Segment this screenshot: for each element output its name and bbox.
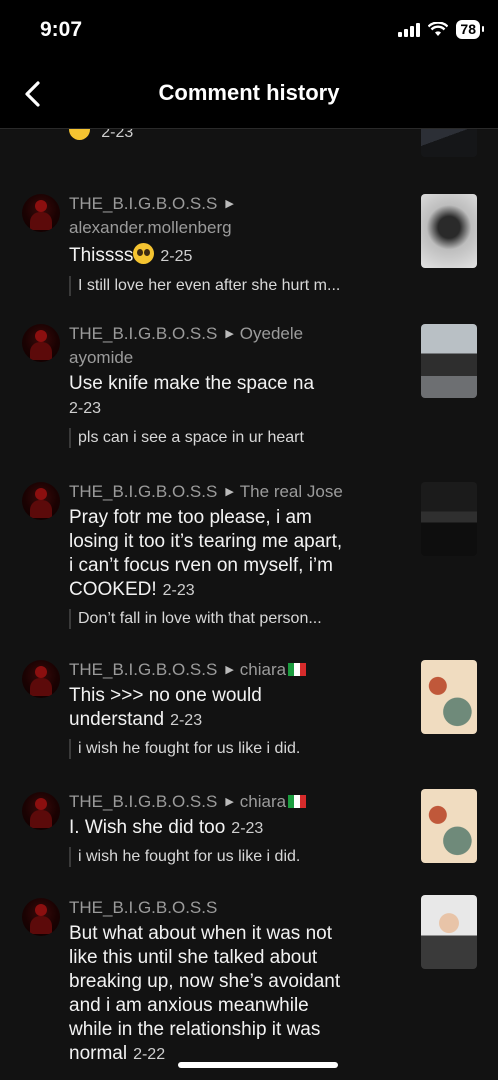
triangle-right-icon: ▶: [225, 796, 234, 808]
username[interactable]: THE_B.I.G.B.O.S.S: [69, 792, 217, 811]
nav-header: Comment history: [0, 60, 498, 129]
target-username[interactable]: chiara: [240, 792, 286, 811]
avatar[interactable]: [22, 194, 60, 232]
avatar[interactable]: [22, 482, 60, 520]
target-username-cont[interactable]: ayomide: [69, 348, 133, 367]
comment-text: This >>> no one would understand 2-23: [69, 685, 262, 730]
comment-text: Thissss 2-25: [69, 243, 193, 266]
video-thumbnail[interactable]: [421, 324, 477, 398]
reply-quote: i wish he fought for us like i did.: [69, 847, 398, 867]
username[interactable]: THE_B.I.G.B.O.S.S: [69, 482, 217, 501]
sad-emoji-icon: [69, 129, 90, 140]
cellular-signal-icon: [398, 22, 421, 37]
battery-icon: 78: [456, 20, 484, 39]
reply-quote: Don’t fall in love with that person...: [69, 609, 398, 629]
triangle-right-icon: ▶: [225, 328, 234, 340]
status-time: 9:07: [40, 18, 83, 41]
target-username[interactable]: alexander.mollenberg: [69, 218, 232, 237]
status-bar: 9:07 78: [0, 0, 498, 60]
target-username[interactable]: chiara: [240, 660, 286, 679]
comment-list[interactable]: 2-23 THE_B.I.G.B.O.S.S ▶ alexander.mollen…: [0, 129, 498, 1080]
triangle-right-icon: ▶: [225, 486, 234, 498]
username[interactable]: THE_B.I.G.B.O.S.S: [69, 660, 217, 679]
comment-text: 2-23: [69, 129, 404, 145]
comment-header: THE_B.I.G.B.O.S.S ▶ alexander.mollenberg: [69, 192, 404, 240]
pleading-face-emoji-icon: [133, 243, 155, 264]
comment-text: Pray fotr me too please, i am losing it …: [69, 507, 343, 600]
comment-text: I. Wish she did too 2-23: [69, 817, 264, 838]
italy-flag-icon: [288, 795, 307, 808]
comment-date: 2-23: [162, 582, 195, 599]
comment-header: THE_B.I.G.B.O.S.S: [69, 896, 404, 920]
comment-header: THE_B.I.G.B.O.S.S ▶ chiara: [69, 790, 404, 814]
reply-quote: i wish he fought for us like i did.: [69, 739, 398, 759]
comment-header: THE_B.I.G.B.O.S.S ▶ The real Jose: [69, 480, 404, 504]
comment-date: 2-22: [133, 1046, 166, 1063]
avatar[interactable]: [22, 898, 60, 936]
username[interactable]: THE_B.I.G.B.O.S.S: [69, 898, 217, 917]
video-thumbnail[interactable]: [421, 482, 477, 556]
avatar[interactable]: [22, 792, 60, 830]
video-thumbnail[interactable]: [421, 129, 477, 157]
comment-date: 2-23: [101, 129, 134, 141]
comment-date: 2-23: [69, 400, 102, 417]
comment-header: THE_B.I.G.B.O.S.S ▶ chiara: [69, 658, 404, 682]
comment-date: 2-25: [160, 248, 193, 265]
reply-quote: I still love her even after she hurt m..…: [69, 276, 398, 296]
triangle-right-icon: ▶: [225, 198, 234, 210]
target-username[interactable]: The real Jose: [240, 482, 343, 501]
status-icons: 78: [398, 20, 484, 39]
page-title: Comment history: [158, 80, 340, 105]
avatar[interactable]: [22, 660, 60, 698]
home-indicator[interactable]: [178, 1062, 338, 1068]
comment-text: Use knife make the space na 2-23: [69, 373, 315, 417]
video-thumbnail[interactable]: [421, 194, 477, 268]
target-username[interactable]: Oyedele: [240, 324, 303, 343]
comment-date: 2-23: [231, 820, 264, 837]
video-thumbnail[interactable]: [421, 895, 477, 969]
reply-quote: pls can i see a space in ur heart: [69, 428, 398, 448]
username[interactable]: THE_B.I.G.B.O.S.S: [69, 194, 217, 213]
video-thumbnail[interactable]: [421, 660, 477, 734]
italy-flag-icon: [288, 663, 307, 676]
comment-text: But what about when it was not like this…: [69, 923, 341, 1064]
username[interactable]: THE_B.I.G.B.O.S.S: [69, 324, 217, 343]
comment-date: 2-23: [170, 712, 203, 729]
avatar[interactable]: [22, 324, 60, 362]
video-thumbnail[interactable]: [421, 789, 477, 863]
wifi-icon: [428, 22, 449, 36]
comment-header: THE_B.I.G.B.O.S.S ▶ Oyedele ayomide: [69, 322, 404, 370]
triangle-right-icon: ▶: [225, 664, 234, 676]
